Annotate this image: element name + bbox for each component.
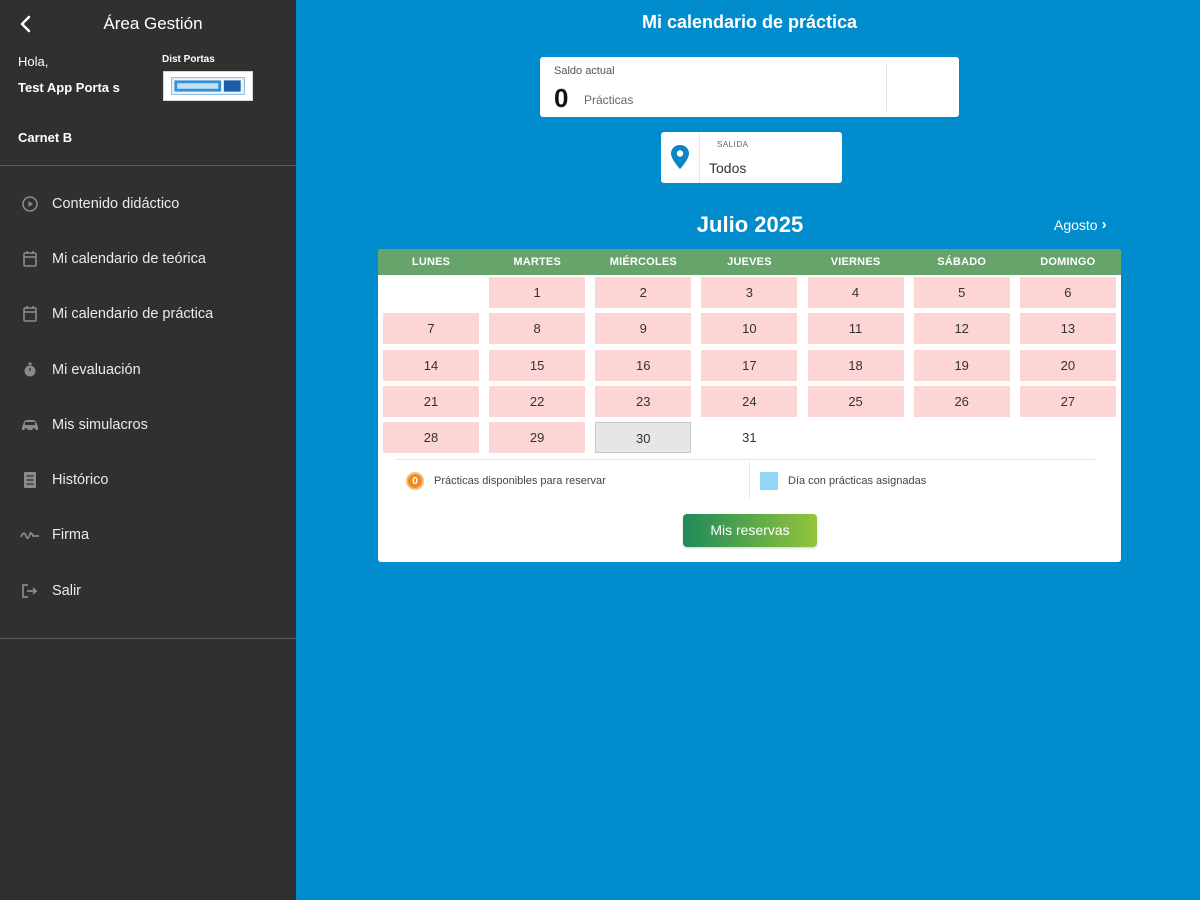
sidebar-item-calendario-teorica[interactable]: Mi calendario de teórica (0, 231, 296, 286)
calendar-day[interactable]: 20 (1019, 349, 1116, 381)
user-name: Test App Porta s (18, 80, 120, 95)
saldo-label: Saldo actual (554, 65, 615, 77)
weekday-label: MIÉRCOLES (609, 256, 677, 268)
calendar-day[interactable]: 5 (913, 277, 1010, 308)
salida-selector[interactable]: SALIDA Todos (661, 132, 842, 183)
sidebar-title: Área Gestión (103, 14, 203, 33)
location-pin-icon (671, 145, 689, 169)
document-icon (20, 470, 40, 490)
calendar-day[interactable]: 14 (383, 349, 479, 381)
calendar-day[interactable]: 17 (701, 349, 798, 381)
calendar-day[interactable]: 28 (383, 422, 479, 454)
calendar-day[interactable]: 25 (807, 385, 904, 417)
calendar-day[interactable]: 30 (595, 422, 692, 454)
weekday-label: DOMINGO (1040, 256, 1096, 268)
calendar: LUNES MARTES MIÉRCOLES JUEVES VIERNES SÁ… (378, 249, 1121, 562)
salida-separator (699, 132, 700, 183)
sidebar-item-label: Mi calendario de práctica (52, 306, 214, 323)
sidebar: Área Gestión Hola, Test App Porta s Carn… (0, 0, 296, 900)
legend-divider (396, 459, 1095, 460)
car-icon (20, 415, 40, 435)
sidebar-item-label: Histórico (52, 472, 109, 489)
weekday-label: SÁBADO (937, 256, 987, 268)
assigned-swatch (760, 472, 778, 490)
weekday-label: LUNES (411, 256, 451, 268)
calendar-day[interactable]: 6 (1019, 277, 1116, 308)
sidebar-menu: Contenido didáctico Mi calendario de teó… (0, 166, 296, 639)
main-content: Mi calendario de práctica Saldo actual 0… (296, 0, 1200, 900)
legend-available: 0 Prácticas disponibles para reservar (406, 472, 606, 490)
stopwatch-icon (20, 360, 40, 380)
legend-separator (749, 462, 750, 498)
sidebar-item-label: Firma (52, 527, 90, 544)
saldo-unit: Prácticas (584, 93, 634, 107)
calendar-day[interactable]: 3 (701, 277, 798, 308)
mis-reservas-button[interactable]: Mis reservas (683, 514, 817, 547)
calendar-day[interactable]: 10 (701, 313, 798, 345)
weekday-label: MARTES (513, 256, 562, 268)
calendar-day[interactable]: 7 (383, 313, 479, 345)
chevron-right-icon: › (1101, 216, 1107, 233)
calendar-day[interactable]: 11 (807, 313, 904, 345)
calendar-day[interactable]: 1 (489, 277, 586, 308)
legend-available-text: Prácticas disponibles para reservar (434, 475, 606, 487)
sidebar-item-contenido-didactico[interactable]: Contenido didáctico (0, 176, 296, 231)
sidebar-header: Área Gestión (0, 0, 296, 50)
calendar-day[interactable]: 24 (701, 385, 798, 417)
user-info: Hola, Test App Porta s Carnet B Dist Por… (0, 50, 296, 166)
signature-icon (20, 525, 40, 545)
logout-icon (20, 581, 40, 601)
calendar-icon (20, 304, 40, 324)
calendar-day[interactable]: 22 (489, 385, 586, 417)
weekday-label: VIERNES (830, 256, 881, 268)
calendar-day[interactable]: 18 (807, 349, 904, 381)
available-count-badge: 0 (406, 472, 424, 490)
sidebar-item-calendario-practica[interactable]: Mi calendario de práctica (0, 287, 296, 342)
sidebar-item-salir[interactable]: Salir (0, 563, 296, 618)
calendar-day[interactable]: 12 (913, 313, 1010, 345)
calendar-day[interactable]: 29 (489, 422, 586, 454)
legend-assigned: Día con prácticas asignadas (760, 472, 926, 490)
school-logo (163, 71, 253, 101)
calendar-day[interactable]: 2 (595, 277, 692, 308)
play-circle-icon (20, 194, 40, 214)
saldo-divider (886, 63, 887, 111)
greeting: Hola, (18, 54, 49, 69)
license-type: Carnet B (18, 130, 73, 145)
calendar-day[interactable]: 9 (595, 313, 692, 345)
calendar-icon (20, 249, 40, 269)
calendar-day[interactable]: 23 (595, 385, 692, 417)
calendar-day[interactable]: 15 (489, 349, 586, 381)
next-month-link[interactable]: Agosto › (1054, 216, 1107, 233)
sidebar-item-historico[interactable]: Histórico (0, 452, 296, 507)
saldo-card: Saldo actual 0 Prácticas (540, 57, 959, 117)
sidebar-item-label: Mi calendario de teórica (52, 250, 206, 267)
calendar-day[interactable]: 13 (1019, 313, 1116, 345)
salida-label: SALIDA (717, 140, 749, 149)
calendar-day[interactable]: 27 (1019, 385, 1116, 417)
calendar-day[interactable]: 4 (807, 277, 904, 308)
calendar-day[interactable]: 19 (913, 349, 1010, 381)
calendar-day[interactable]: 21 (383, 385, 479, 417)
sidebar-item-firma[interactable]: Firma (0, 508, 296, 563)
legend-assigned-text: Día con prácticas asignadas (788, 475, 927, 487)
calendar-weekday-header: LUNES MARTES MIÉRCOLES JUEVES VIERNES SÁ… (378, 249, 1121, 275)
calendar-day[interactable]: 8 (489, 313, 586, 345)
weekday-label: JUEVES (727, 256, 772, 268)
sidebar-item-simulacros[interactable]: Mis simulacros (0, 397, 296, 452)
salida-value: Todos (709, 160, 747, 176)
sidebar-item-label: Mis simulacros (52, 416, 148, 433)
saldo-value: 0 (554, 83, 569, 113)
sidebar-item-evaluacion[interactable]: Mi evaluación (0, 342, 296, 397)
sidebar-item-label: Salir (52, 582, 82, 599)
sidebar-item-label: Mi evaluación (52, 361, 141, 378)
calendar-day[interactable]: 31 (701, 422, 797, 453)
school-name: Dist Portas (162, 54, 215, 65)
sidebar-item-label: Contenido didáctico (52, 195, 180, 212)
next-month-label: Agosto (1054, 216, 1098, 233)
calendar-day[interactable]: 16 (595, 349, 692, 381)
page-title: Mi calendario de práctica (641, 12, 858, 32)
calendar-day[interactable]: 26 (913, 385, 1010, 417)
